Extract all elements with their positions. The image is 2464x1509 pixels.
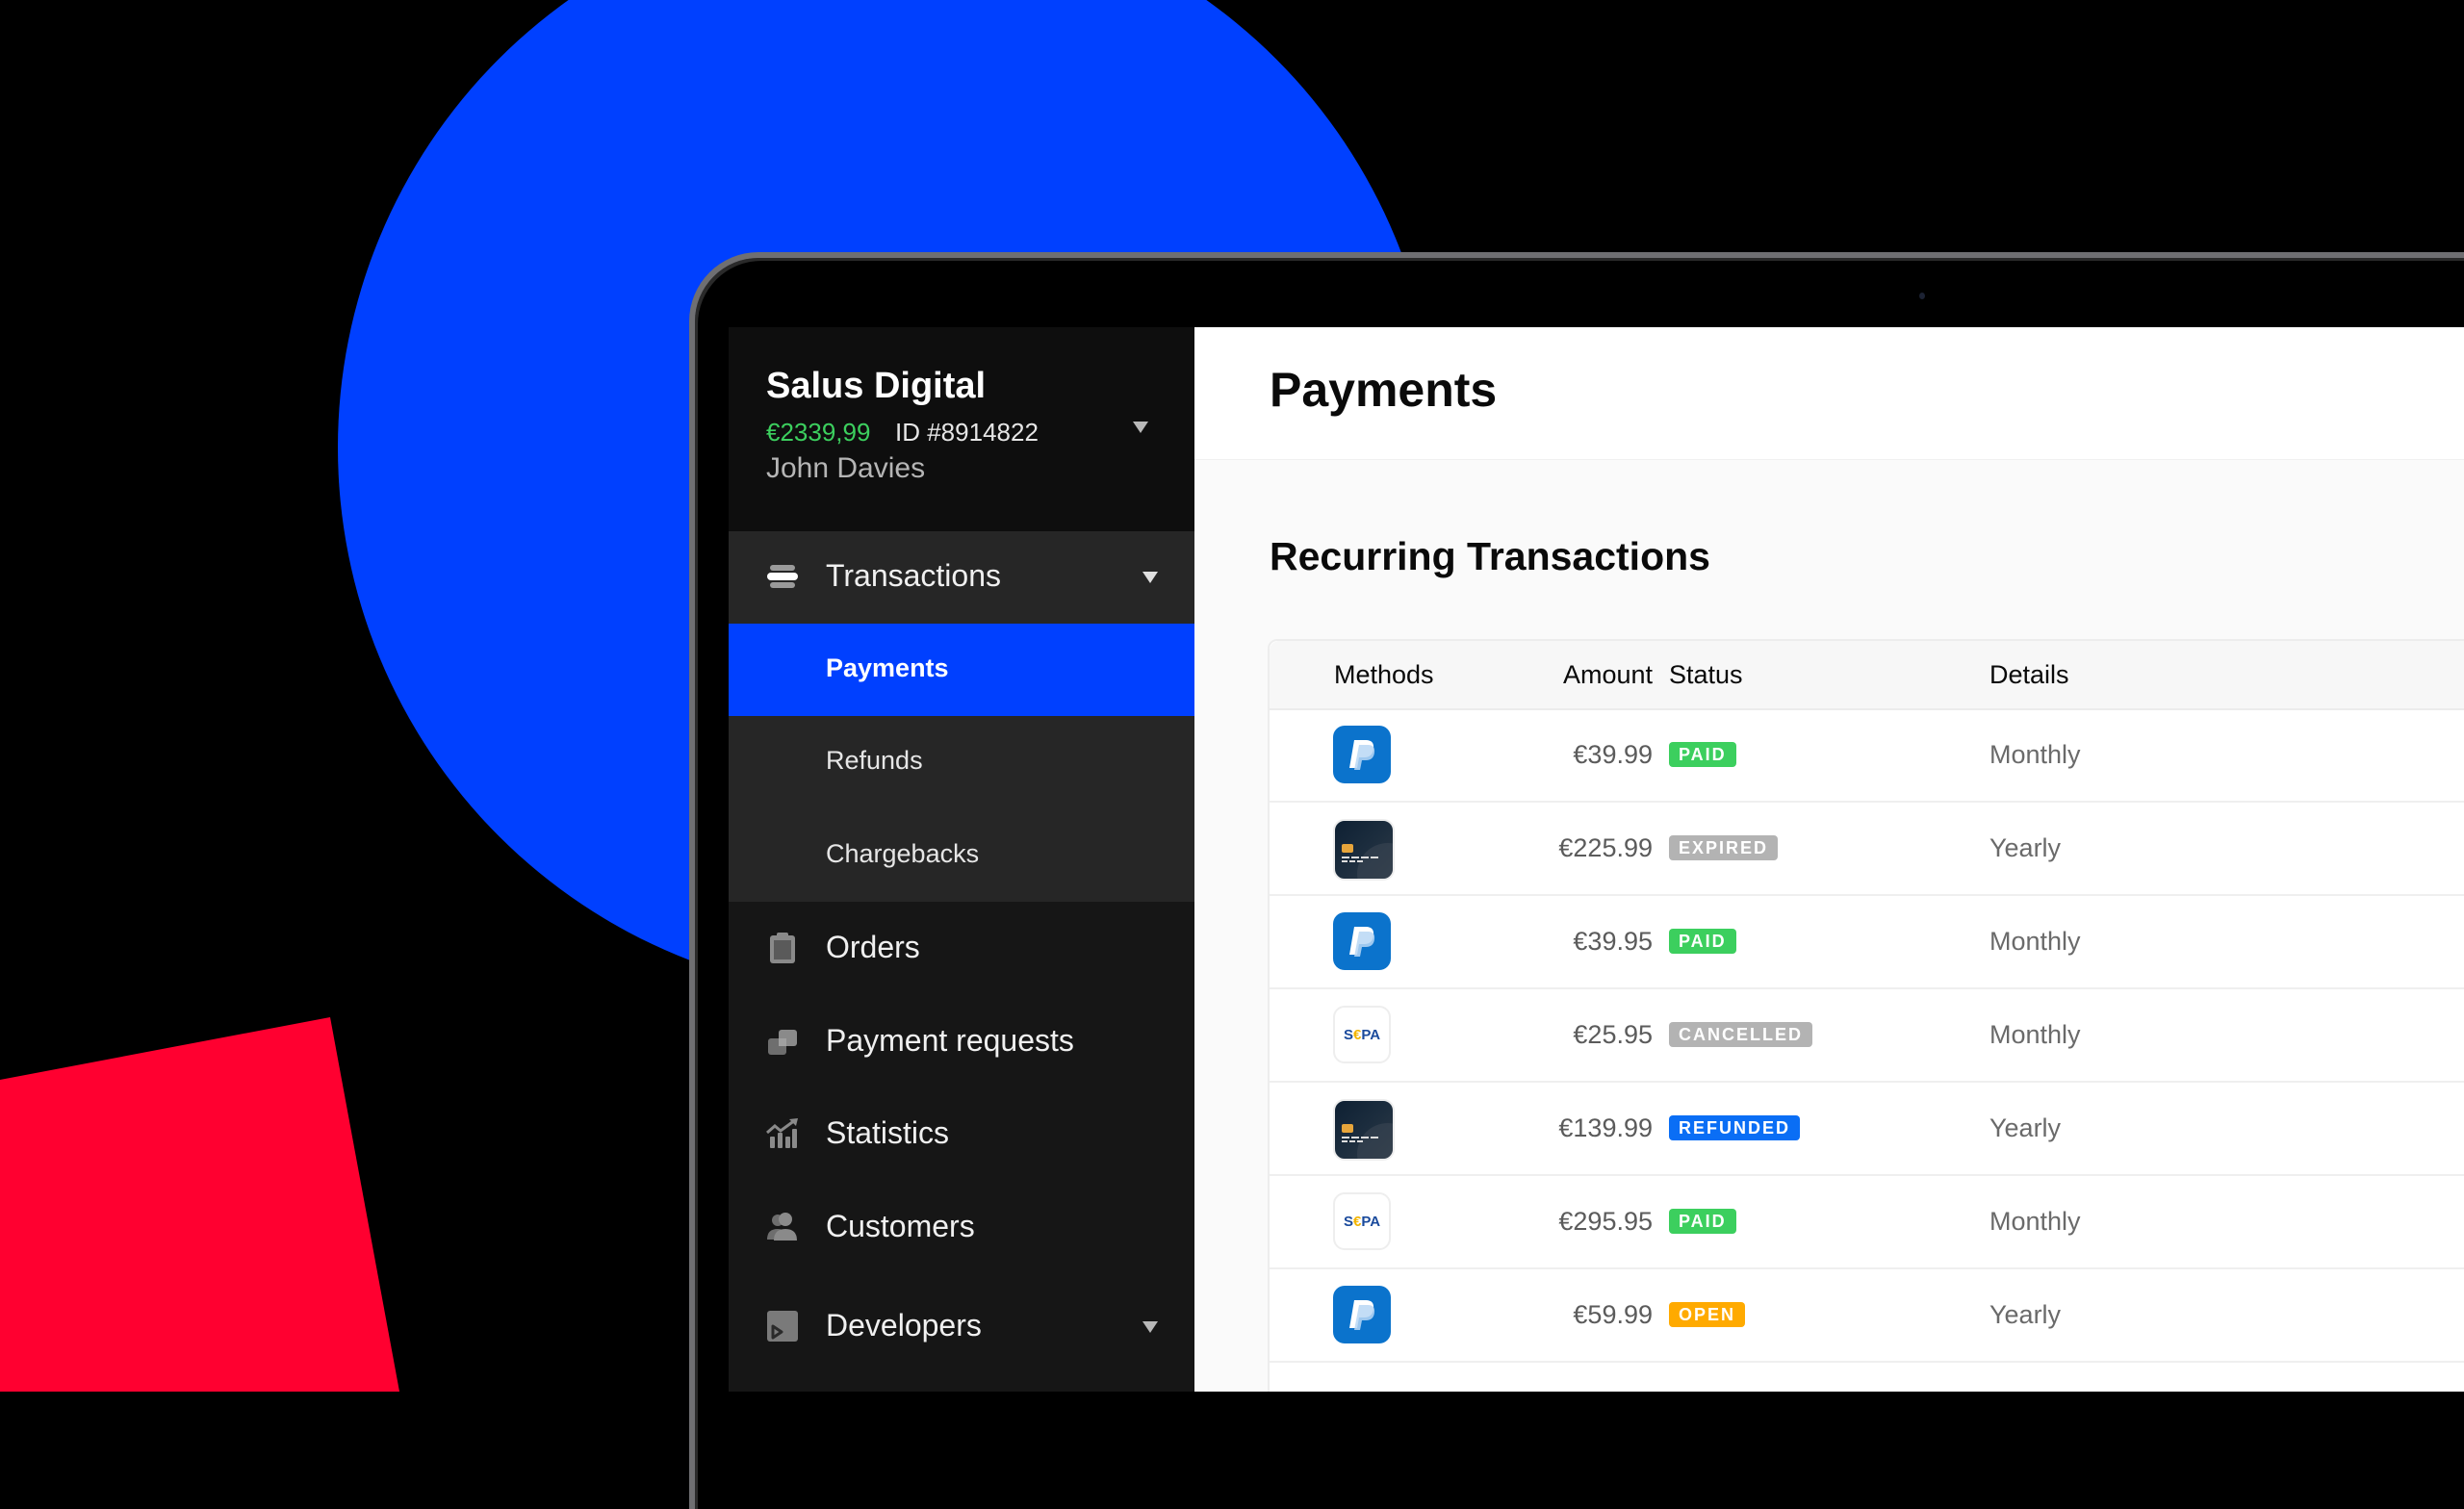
details: Yearly xyxy=(1989,1300,2062,1329)
sidebar-item-label: Chargebacks xyxy=(826,839,980,868)
account-id: ID #8914822 xyxy=(895,418,1039,447)
amount: €59.99 xyxy=(1573,1300,1653,1329)
sidebar: Salus Digital €2339,99 ID #8914822 John … xyxy=(729,327,1194,1392)
status-badge: OPEN xyxy=(1669,1302,1746,1327)
status-badge: PAID xyxy=(1669,1209,1736,1234)
svg-text:S€PA: S€PA xyxy=(1344,1027,1380,1043)
clipboard-icon xyxy=(770,933,795,963)
status-badge: REFUNDED xyxy=(1669,1115,1801,1140)
page-title: Payments xyxy=(1270,363,1498,417)
sidebar-item-chargebacks[interactable]: Chargebacks xyxy=(729,809,1194,902)
chart-icon xyxy=(766,1118,798,1148)
sidebar-item-label: Payment requests xyxy=(826,1023,1074,1058)
payment-method-sepa: S€PA xyxy=(1333,1006,1391,1063)
details: Monthly xyxy=(1989,1020,2081,1049)
laptop-camera xyxy=(1919,293,1925,299)
sepa-icon: S€PA xyxy=(1344,1027,1380,1043)
chevron-down-icon[interactable] xyxy=(1142,1321,1158,1333)
transactions-table: Methods Amount Status Details €39.99 PAID… xyxy=(1268,639,2464,1392)
table-row[interactable]: S€PA €295.95 PAID Monthly xyxy=(1270,1176,2464,1269)
svg-text:S€PA: S€PA xyxy=(1344,1214,1380,1230)
sepa-icon: S€PA xyxy=(1344,1214,1380,1230)
details: Yearly xyxy=(1989,1113,2062,1142)
sidebar-item-label: Statistics xyxy=(826,1115,950,1150)
credit-card-icon xyxy=(1342,843,1393,879)
sidebar-item-statistics[interactable]: Statistics xyxy=(729,1088,1194,1181)
nav-group-transactions: Transactions Payments Refunds Chargeback… xyxy=(729,531,1194,902)
payment-method-sepa: S€PA xyxy=(1333,1192,1391,1250)
sidebar-item-label: Refunds xyxy=(826,746,923,775)
amount: €225.99 xyxy=(1558,833,1653,862)
payment-method-paypal xyxy=(1333,726,1391,783)
amount: €39.95 xyxy=(1573,927,1653,956)
table-row[interactable]: €139.99 REFUNDED Yearly xyxy=(1270,1083,2464,1176)
payment-method-paypal xyxy=(1333,1286,1391,1343)
status-badge: PAID xyxy=(1669,929,1736,954)
column-header-amount[interactable]: Amount xyxy=(1438,660,1653,690)
section-title: Recurring Transactions xyxy=(1270,534,1710,578)
status-badge: EXPIRED xyxy=(1669,835,1779,860)
stack-icon xyxy=(767,565,798,588)
details: Monthly xyxy=(1989,740,2081,769)
table-row[interactable]: S€PA €25.95 CANCELLED Monthly xyxy=(1270,989,2464,1083)
payment-method-card xyxy=(1333,1099,1395,1161)
sidebar-item-label: Customers xyxy=(826,1209,975,1243)
sidebar-item-customers[interactable]: Customers xyxy=(729,1182,1194,1274)
payment-method-paypal xyxy=(1333,912,1391,970)
account-switcher[interactable]: Salus Digital €2339,99 ID #8914822 John … xyxy=(729,327,1194,531)
sidebar-item-developers[interactable]: Developers xyxy=(729,1281,1194,1373)
details: Monthly xyxy=(1989,927,2081,956)
sidebar-item-payment-requests[interactable]: Payment requests xyxy=(729,996,1194,1088)
amount: €295.95 xyxy=(1558,1207,1653,1236)
table-row[interactable]: €59.99 OPEN Yearly xyxy=(1270,1269,2464,1363)
page-header: Payments xyxy=(1194,327,2464,460)
paypal-icon xyxy=(1349,927,1375,957)
column-header-details[interactable]: Details xyxy=(1989,660,2069,690)
sidebar-item-payments[interactable]: Payments xyxy=(729,624,1194,716)
sidebar-item-orders[interactable]: Orders xyxy=(729,903,1194,995)
sidebar-item-refunds[interactable]: Refunds xyxy=(729,716,1194,808)
main-content: Payments Recurring Transactions Methods … xyxy=(1194,327,2464,1392)
payment-method-card xyxy=(1333,819,1395,881)
account-balance: €2339,99 xyxy=(766,418,871,447)
sidebar-item-transactions[interactable]: Transactions xyxy=(729,531,1194,624)
sidebar-item-label: Payments xyxy=(826,653,949,682)
amount: €25.95 xyxy=(1573,1020,1653,1049)
sidebar-item-label: Transactions xyxy=(826,558,1001,593)
users-icon xyxy=(767,1213,797,1240)
credit-card-icon xyxy=(1342,1123,1393,1159)
status-badge: PAID xyxy=(1669,742,1736,767)
chevron-down-icon[interactable] xyxy=(1142,572,1158,583)
table-row[interactable]: €225.99 EXPIRED Yearly xyxy=(1270,803,2464,896)
column-header-methods[interactable]: Methods xyxy=(1334,660,1434,690)
sidebar-item-label: Orders xyxy=(826,930,920,964)
paypal-icon xyxy=(1349,740,1375,770)
terminal-icon xyxy=(767,1311,798,1342)
app-screen: Salus Digital €2339,99 ID #8914822 John … xyxy=(729,327,2464,1392)
paypal-icon xyxy=(1349,1300,1375,1330)
table-row[interactable]: €39.99 PAID Monthly xyxy=(1270,709,2464,803)
amount: €39.99 xyxy=(1573,740,1653,769)
payment-requests-icon xyxy=(768,1030,797,1055)
account-user: John Davies xyxy=(766,452,926,484)
details: Monthly xyxy=(1989,1207,2081,1236)
sidebar-item-label: Developers xyxy=(826,1308,982,1343)
account-name: Salus Digital xyxy=(766,366,987,406)
details: Yearly xyxy=(1989,833,2062,862)
chevron-down-icon[interactable] xyxy=(1133,422,1148,433)
table-header: Methods Amount Status Details xyxy=(1270,641,2464,710)
table-row[interactable]: €39.95 PAID Monthly xyxy=(1270,896,2464,989)
amount: €139.99 xyxy=(1558,1113,1653,1142)
column-header-status[interactable]: Status xyxy=(1669,660,1743,690)
status-badge: CANCELLED xyxy=(1669,1022,1812,1047)
